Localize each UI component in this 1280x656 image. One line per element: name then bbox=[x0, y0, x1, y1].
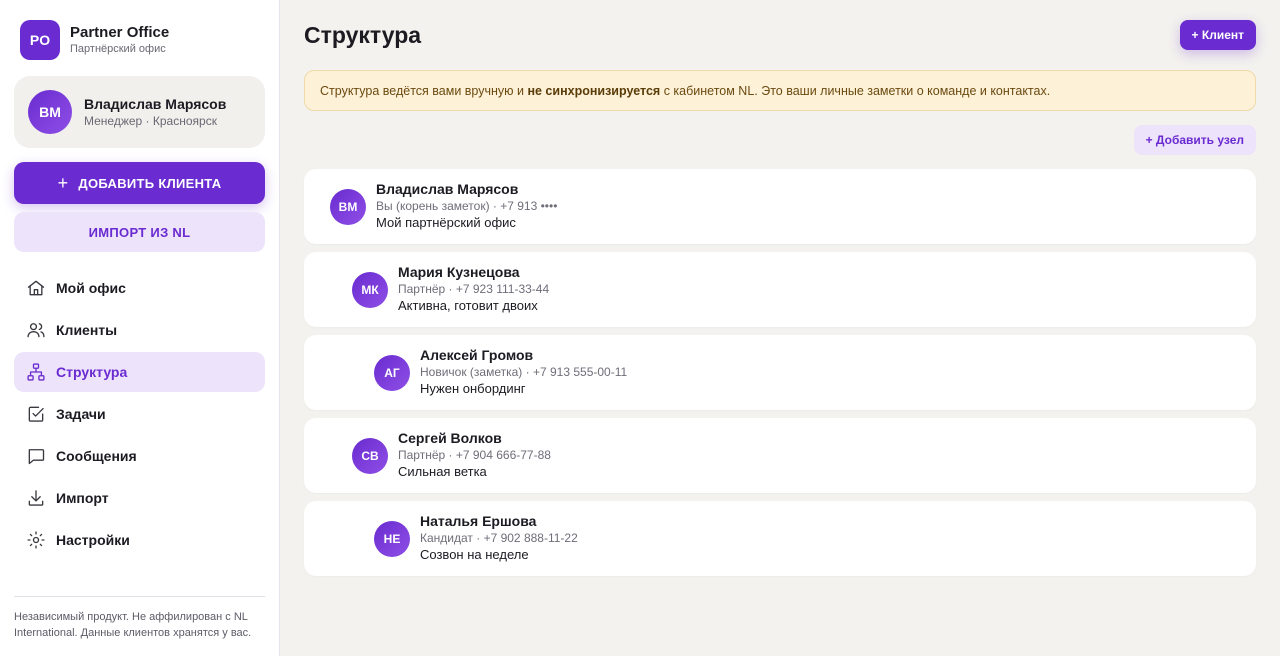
sidebar-item-clients[interactable]: Клиенты bbox=[14, 310, 265, 350]
node-avatar: НЕ bbox=[374, 520, 410, 557]
user-name: Владислав Марясов bbox=[84, 96, 227, 112]
user-avatar: ВМ bbox=[28, 90, 72, 134]
brand-subtitle: Партнёрский офис bbox=[70, 43, 166, 55]
node-info: Наталья Ершова Кандидат · +7 902 888-11-… bbox=[420, 513, 578, 564]
add-client-button[interactable]: + ДОБАВИТЬ КЛИЕНТА bbox=[14, 162, 265, 204]
brand-title: Partner Office bbox=[70, 24, 170, 41]
node-avatar: ВМ bbox=[330, 188, 366, 225]
sidebar-item-tasks[interactable]: Задачи bbox=[14, 394, 265, 434]
node-name: Владислав Марясов bbox=[376, 181, 519, 197]
node-meta: Партнёр · +7 923 111-33-44 bbox=[398, 282, 550, 296]
notice-text-before: Структура ведётся вами вручную и bbox=[320, 83, 528, 98]
add-client-header-button[interactable]: + Клиент bbox=[1179, 20, 1256, 50]
node-meta: Партнёр · +7 904 666-77-88 bbox=[398, 448, 551, 462]
notice-text-after: с кабинетом NL. Это ваши личные заметки … bbox=[660, 83, 1051, 98]
node-info: Алексей Громов Новичок (заметка) · +7 91… bbox=[420, 347, 627, 398]
main-content: Структура + Клиент Структура ведётся вам… bbox=[280, 0, 1280, 656]
brand-text: Partner Office Партнёрский офис bbox=[70, 24, 169, 56]
notice-text-bold: не синхронизируется bbox=[527, 83, 661, 98]
tree-node[interactable]: СВ Сергей Волков Партнёр · +7 904 666-77… bbox=[304, 418, 1256, 493]
node-name: Алексей Громов bbox=[420, 347, 534, 363]
node-info: Сергей Волков Партнёр · +7 904 666-77-88… bbox=[398, 430, 551, 481]
sidebar-item-import[interactable]: Импорт bbox=[14, 478, 265, 518]
sidebar: PO Partner Office Партнёрский офис ВМ Вл… bbox=[0, 0, 280, 656]
sidebar-item-label: Клиенты bbox=[56, 322, 118, 338]
tree-node[interactable]: ВМ Владислав Марясов Вы (корень заметок)… bbox=[304, 169, 1256, 244]
import-from-nl-button[interactable]: ИМПОРТ ИЗ NL bbox=[14, 212, 265, 252]
hierarchy-icon bbox=[26, 362, 46, 382]
sidebar-footer-note: Независимый продукт. Не аффилирован с NL… bbox=[14, 596, 265, 641]
node-info: Мария Кузнецова Партнёр · +7 923 111-33-… bbox=[398, 264, 549, 315]
node-avatar: МК bbox=[352, 271, 388, 308]
page-title: Структура bbox=[304, 21, 422, 48]
sidebar-item-label: Задачи bbox=[56, 406, 106, 422]
node-name: Наталья Ершова bbox=[420, 513, 537, 529]
checkbox-icon bbox=[26, 404, 46, 424]
user-card[interactable]: ВМ Владислав Марясов Менеджер · Краснояр… bbox=[14, 76, 265, 148]
sidebar-item-label: Мой офис bbox=[56, 280, 126, 296]
page-header: Структура + Клиент bbox=[304, 0, 1256, 70]
sidebar-item-structure[interactable]: Структура bbox=[14, 352, 265, 392]
tree-node[interactable]: НЕ Наталья Ершова Кандидат · +7 902 888-… bbox=[304, 501, 1256, 576]
node-note: Активна, готовит двоих bbox=[398, 298, 538, 313]
node-note: Мой партнёрский офис bbox=[376, 215, 516, 230]
add-node-button[interactable]: + Добавить узел bbox=[1133, 125, 1256, 155]
sync-notice: Структура ведётся вами вручную и не синх… bbox=[304, 70, 1256, 111]
sidebar-item-label: Настройки bbox=[56, 532, 130, 548]
sidebar-nav: Мой офис Клиенты Структура Задачи Сообще… bbox=[14, 268, 265, 560]
users-icon bbox=[26, 320, 46, 340]
plus-icon: + bbox=[57, 173, 69, 193]
node-name: Мария Кузнецова bbox=[398, 264, 520, 280]
tree-node[interactable]: МК Мария Кузнецова Партнёр · +7 923 111-… bbox=[304, 252, 1256, 327]
node-meta: Новичок (заметка) · +7 913 555-00-11 bbox=[420, 365, 628, 379]
sidebar-item-label: Структура bbox=[56, 364, 128, 380]
brand: PO Partner Office Партнёрский офис bbox=[14, 0, 265, 80]
node-meta: Вы (корень заметок) · +7 913 •••• bbox=[376, 199, 558, 213]
node-note: Сильная ветка bbox=[398, 464, 487, 479]
node-note: Созвон на неделе bbox=[420, 547, 529, 562]
sidebar-item-messages[interactable]: Сообщения bbox=[14, 436, 265, 476]
home-icon bbox=[26, 278, 46, 298]
sidebar-item-label: Сообщения bbox=[56, 448, 137, 464]
add-client-label: ДОБАВИТЬ КЛИЕНТА bbox=[78, 175, 222, 191]
sidebar-item-label: Импорт bbox=[56, 490, 109, 506]
node-meta: Кандидат · +7 902 888-11-22 bbox=[420, 531, 578, 545]
sidebar-item-settings[interactable]: Настройки bbox=[14, 520, 265, 560]
download-icon bbox=[26, 488, 46, 508]
sidebar-item-my-office[interactable]: Мой офис bbox=[14, 268, 265, 308]
node-name: Сергей Волков bbox=[398, 430, 502, 446]
structure-tree: ВМ Владислав Марясов Вы (корень заметок)… bbox=[304, 169, 1256, 576]
tree-node[interactable]: АГ Алексей Громов Новичок (заметка) · +7… bbox=[304, 335, 1256, 410]
user-info: Владислав Марясов Менеджер · Красноярск bbox=[84, 95, 226, 129]
node-info: Владислав Марясов Вы (корень заметок) · … bbox=[376, 181, 557, 232]
message-icon bbox=[26, 446, 46, 466]
node-note: Нужен онбординг bbox=[420, 381, 526, 396]
node-avatar: СВ bbox=[352, 437, 388, 474]
brand-logo: PO bbox=[20, 20, 60, 60]
node-avatar: АГ bbox=[374, 354, 410, 391]
user-role: Менеджер · Красноярск bbox=[84, 114, 217, 128]
structure-toolbar: + Добавить узел bbox=[304, 125, 1256, 155]
gear-icon bbox=[26, 530, 46, 550]
sync-notice-text: Структура ведётся вами вручную и не синх… bbox=[320, 84, 1050, 98]
